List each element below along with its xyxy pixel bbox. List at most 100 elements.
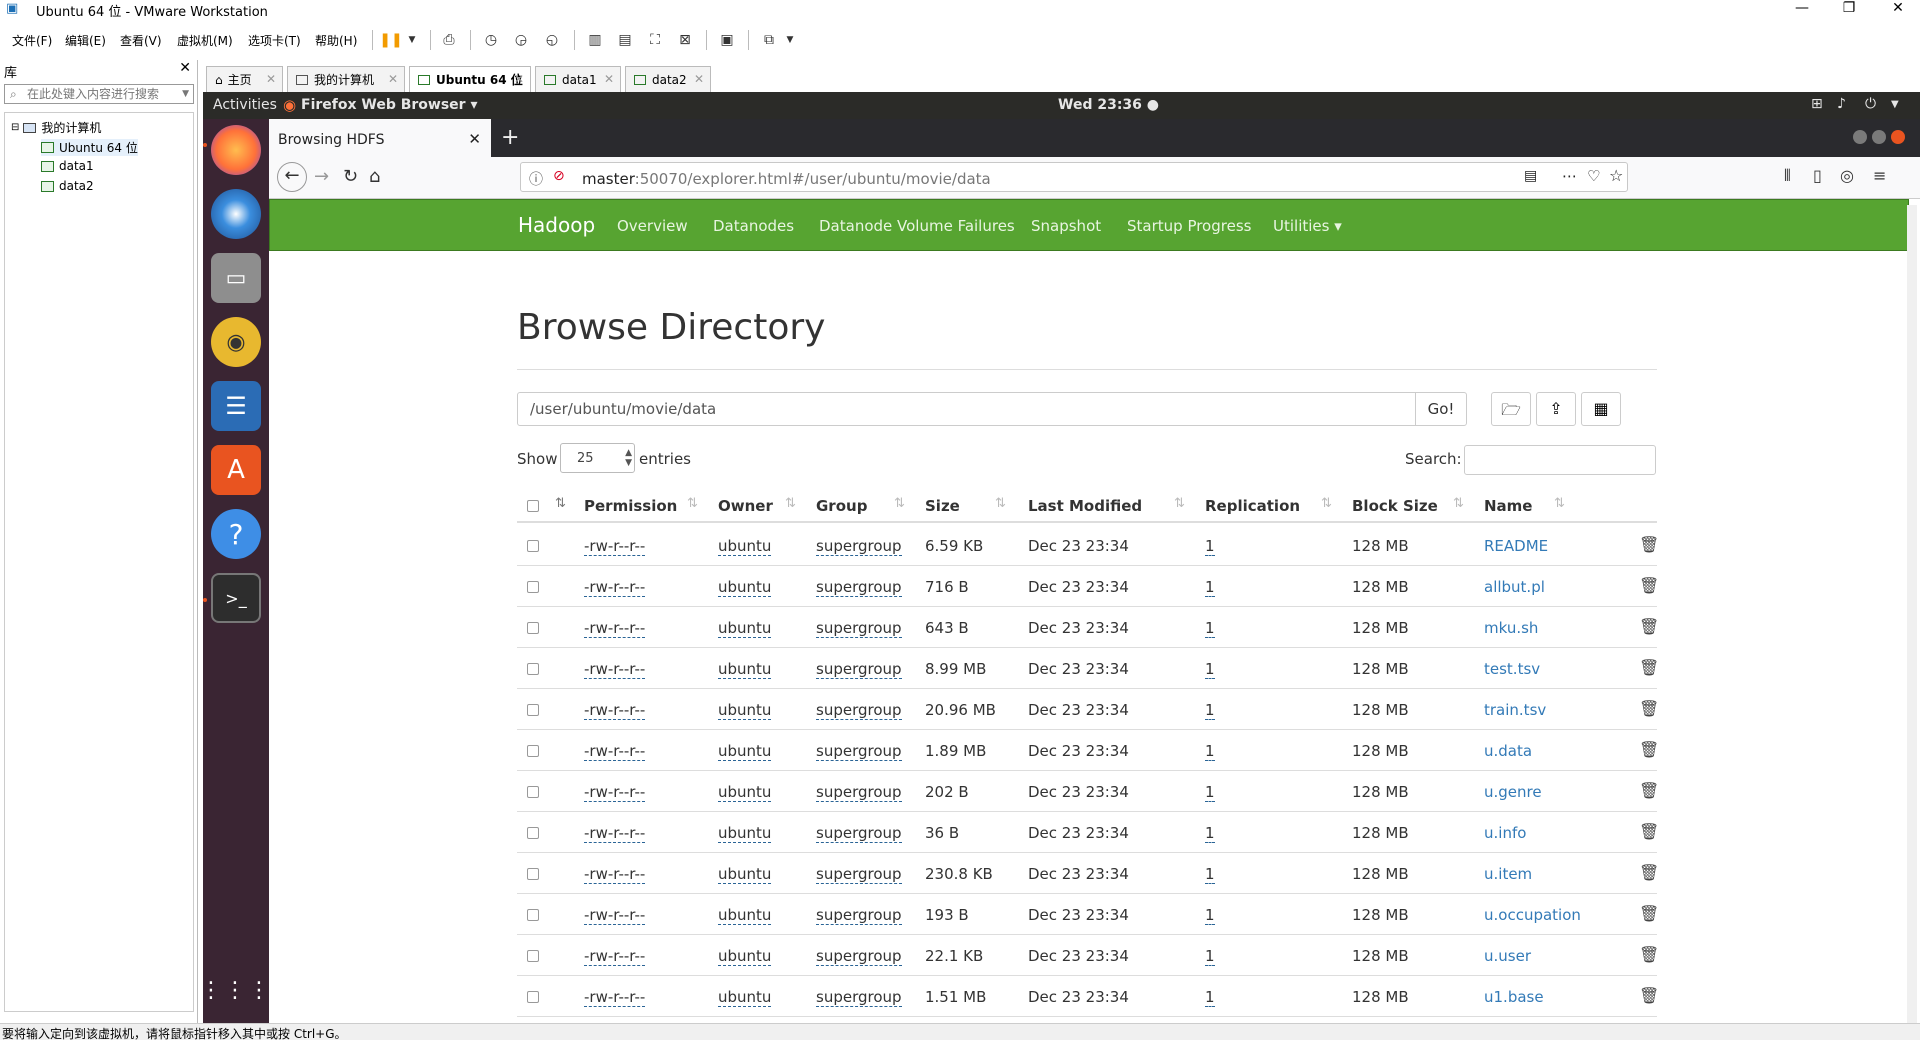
pause-icon[interactable]: ❚❚ (379, 29, 402, 51)
tab-ubuntu[interactable]: Ubuntu 64 位 ✕ (409, 66, 531, 92)
nav-startup-progress[interactable]: Startup Progress (1127, 217, 1251, 235)
entries-select[interactable]: 25 ▲ ▼ (560, 443, 635, 473)
tab-close-button[interactable]: ✕ (388, 72, 398, 86)
browser-tab[interactable]: Browsing HDFS ✕ (269, 119, 491, 157)
row-checkbox[interactable] (527, 622, 539, 634)
volume-icon[interactable]: ♪ (1837, 96, 1846, 112)
info-icon[interactable]: ⓘ (529, 169, 543, 189)
menu-vm[interactable]: 虚拟机(M) (177, 32, 233, 49)
nav-volume-failures[interactable]: Datanode Volume Failures (819, 217, 1015, 235)
menu-file[interactable]: 文件(F) (12, 32, 52, 49)
trash-icon[interactable]: 🗑 (1639, 863, 1659, 882)
trash-icon[interactable]: 🗑 (1639, 945, 1659, 964)
sort-icon[interactable]: ⇅ (1453, 496, 1464, 511)
tree-item-data1[interactable]: data1 (41, 159, 94, 173)
row-checkbox[interactable] (527, 663, 539, 675)
menu-view[interactable]: 查看(V) (120, 32, 162, 49)
replication-cell[interactable]: 1 (1205, 578, 1215, 597)
library-close-button[interactable]: ✕ (179, 60, 191, 76)
hadoop-brand[interactable]: Hadoop (518, 213, 595, 237)
spinner-icon[interactable]: ▲ ▼ (625, 448, 632, 468)
name-link[interactable]: README (1484, 537, 1548, 555)
trash-icon[interactable]: 🗑 (1639, 740, 1659, 759)
replication-cell[interactable]: 1 (1205, 619, 1215, 638)
row-checkbox[interactable] (527, 991, 539, 1003)
activities-button[interactable]: Activities (213, 97, 277, 113)
group-cell[interactable]: supergroup (816, 824, 902, 843)
col-replication[interactable]: Replication (1205, 497, 1300, 515)
page-actions-icon[interactable]: ⋯ (1562, 167, 1577, 185)
minimize-button[interactable]: — (1787, 0, 1817, 16)
name-link[interactable]: u.genre (1484, 783, 1542, 801)
name-link[interactable]: u.data (1484, 742, 1532, 760)
permission-cell[interactable]: -rw-r--r-- (584, 660, 646, 679)
sort-icon[interactable]: ⇅ (995, 496, 1006, 511)
minimize-button[interactable] (1853, 130, 1867, 144)
trash-icon[interactable]: 🗑 (1639, 535, 1659, 554)
owner-cell[interactable]: ubuntu (718, 701, 772, 720)
owner-cell[interactable]: ubuntu (718, 660, 772, 679)
owner-cell[interactable]: ubuntu (718, 988, 772, 1007)
files-icon[interactable]: ▭ (211, 253, 261, 303)
trash-icon[interactable]: 🗑 (1639, 617, 1659, 636)
firefox-icon[interactable] (211, 125, 261, 175)
menu-icon[interactable]: ≡ (1873, 166, 1886, 185)
stretch-icon[interactable]: ⧉ (758, 29, 780, 51)
row-checkbox[interactable] (527, 745, 539, 757)
new-tab-button[interactable]: + (501, 125, 519, 150)
replication-cell[interactable]: 1 (1205, 947, 1215, 966)
tree-item-data2[interactable]: data2 (41, 179, 94, 193)
account-icon[interactable]: ◎ (1840, 166, 1854, 185)
library-search-input[interactable]: ⌕ 在此处键入内容进行搜索 ▼ (4, 84, 194, 104)
row-checkbox[interactable] (527, 909, 539, 921)
trash-icon[interactable]: 🗑 (1639, 658, 1659, 677)
permission-cell[interactable]: -rw-r--r-- (584, 865, 646, 884)
help-icon[interactable]: ? (211, 509, 261, 559)
fullscreen-icon[interactable]: ⛶ (644, 29, 666, 51)
permission-cell[interactable]: -rw-r--r-- (584, 578, 646, 597)
group-cell[interactable]: supergroup (816, 619, 902, 638)
replication-cell[interactable]: 1 (1205, 660, 1215, 679)
reader-view-icon[interactable]: ▤ (1524, 168, 1537, 184)
rhythmbox-icon[interactable]: ◉ (211, 317, 261, 367)
terminal-icon[interactable]: ▣ (716, 29, 738, 51)
permission-cell[interactable]: -rw-r--r-- (584, 742, 646, 761)
sort-icon[interactable]: ⇅ (1321, 496, 1332, 511)
owner-cell[interactable]: ubuntu (718, 619, 772, 638)
name-link[interactable]: u.info (1484, 824, 1526, 842)
trash-icon[interactable]: 🗑 (1639, 822, 1659, 841)
group-cell[interactable]: supergroup (816, 783, 902, 802)
library-icon[interactable]: ⫴ (1784, 166, 1791, 186)
app-menu[interactable]: Firefox Web Browser ▾ (301, 97, 477, 113)
upload-icon[interactable]: ⇪ (1536, 392, 1576, 426)
owner-cell[interactable]: ubuntu (718, 578, 772, 597)
nav-snapshot[interactable]: Snapshot (1031, 217, 1101, 235)
terminal-icon[interactable]: >_ (211, 573, 261, 623)
revert-snapshot-icon[interactable]: ◶ (510, 29, 532, 51)
sort-icon[interactable]: ⇅ (555, 496, 566, 511)
library-view-icon[interactable]: ▥ (584, 29, 606, 51)
permission-cell[interactable]: -rw-r--r-- (584, 619, 646, 638)
tab-close-button[interactable]: ✕ (694, 72, 704, 86)
col-group[interactable]: Group (816, 497, 867, 515)
sidebar-icon[interactable]: ▯ (1813, 166, 1822, 185)
collapse-icon[interactable]: ⊟ (11, 122, 19, 133)
owner-cell[interactable]: ubuntu (718, 537, 772, 556)
sort-icon[interactable]: ⇅ (1174, 496, 1185, 511)
search-input[interactable] (1464, 445, 1656, 475)
group-cell[interactable]: supergroup (816, 947, 902, 966)
col-block-size[interactable]: Block Size (1352, 497, 1438, 515)
maximize-button[interactable] (1872, 130, 1886, 144)
trash-icon[interactable]: 🗑 (1639, 904, 1659, 923)
bookmark-star-icon[interactable]: ☆ (1609, 166, 1623, 185)
menu-tabs[interactable]: 选项卡(T) (248, 32, 301, 49)
url-bar[interactable]: ⓘ ⊘ master:50070/explorer.html#/user/ubu… (520, 162, 1628, 192)
row-checkbox[interactable] (527, 786, 539, 798)
power-icon[interactable]: ⏻ (1865, 96, 1876, 112)
replication-cell[interactable]: 1 (1205, 988, 1215, 1007)
pause-dropdown-icon[interactable]: ▼ (401, 29, 423, 51)
snapshot-icon[interactable]: ◷ (480, 29, 502, 51)
apps-grid-icon[interactable]: ⋮⋮⋮ (200, 965, 270, 1015)
folder-icon[interactable]: 🗁 (1491, 392, 1531, 426)
group-cell[interactable]: supergroup (816, 742, 902, 761)
